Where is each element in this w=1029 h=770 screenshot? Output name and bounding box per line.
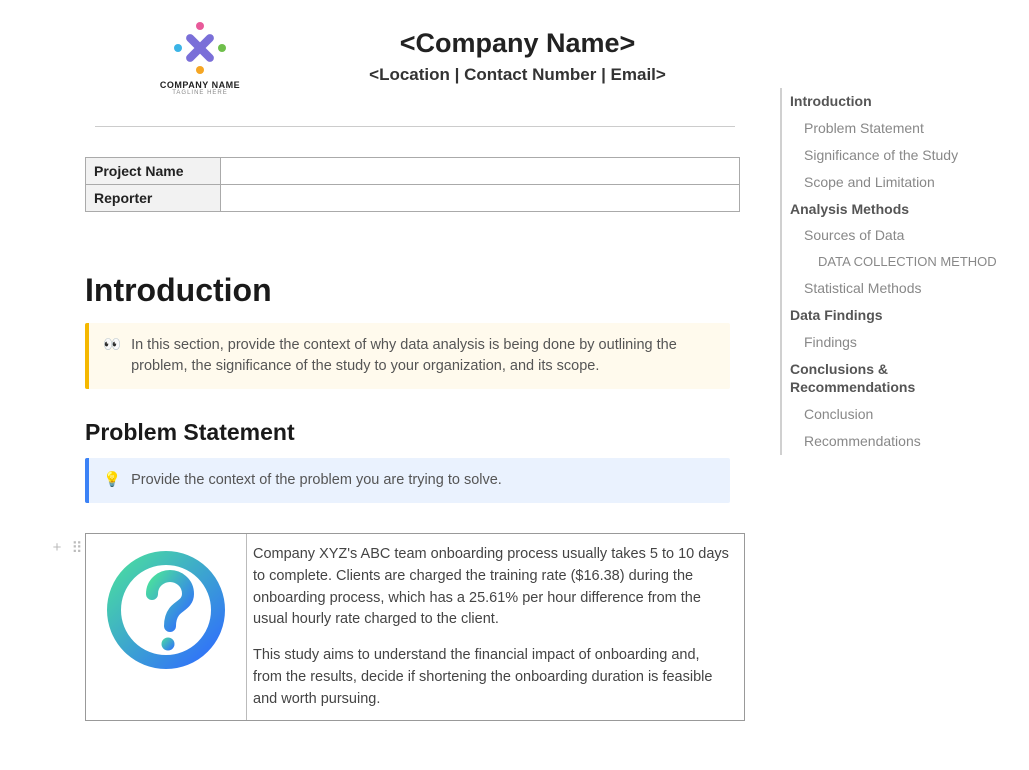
outline-item[interactable]: Scope and Limitation: [790, 169, 1010, 196]
eyes-icon: 👀: [103, 335, 121, 356]
problem-card: Company XYZ's ABC team onboarding proces…: [85, 533, 745, 721]
question-image: [86, 534, 246, 720]
logo-company-text: COMPANY NAME: [160, 80, 240, 90]
question-mark-icon: [106, 550, 226, 670]
problem-content-block: + ⠿ Company XYZ's ABC team: [85, 533, 740, 721]
block-gutter-controls: + ⠿: [49, 539, 85, 557]
problem-para-1: Company XYZ's ABC team onboarding proces…: [253, 544, 730, 631]
outline-item[interactable]: Recommendations: [790, 428, 1010, 455]
outline-item[interactable]: Introduction: [790, 88, 1010, 115]
table-row: Project Name: [86, 158, 740, 185]
outline-item[interactable]: Significance of the Study: [790, 142, 1010, 169]
company-name-heading: <Company Name>: [295, 28, 740, 59]
add-block-icon[interactable]: +: [49, 539, 65, 557]
logo-icon: [170, 20, 230, 76]
title-block: <Company Name> <Location | Contact Numbe…: [295, 28, 740, 85]
reporter-label: Reporter: [86, 185, 221, 212]
problem-callout-text: Provide the context of the problem you a…: [131, 470, 502, 491]
problem-statement-heading: Problem Statement: [85, 419, 740, 446]
problem-callout: 💡 Provide the context of the problem you…: [85, 458, 730, 503]
intro-callout-text: In this section, provide the context of …: [131, 335, 716, 377]
header-divider: [95, 126, 735, 127]
reporter-cell[interactable]: [221, 185, 740, 212]
company-logo: COMPANY NAME TAGLINE HERE: [145, 20, 255, 96]
outline-item[interactable]: Problem Statement: [790, 115, 1010, 142]
outline-item[interactable]: Findings: [790, 329, 1010, 356]
bulb-icon: 💡: [103, 470, 121, 491]
meta-table: Project Name Reporter: [85, 157, 740, 212]
outline-item[interactable]: Conclusions & Recommendations: [790, 356, 1010, 402]
outline-item[interactable]: Analysis Methods: [790, 196, 1010, 223]
logo-tagline-text: TAGLINE HERE: [172, 90, 228, 96]
outline-item[interactable]: DATA COLLECTION METHOD: [790, 249, 1010, 275]
document-outline: IntroductionProblem StatementSignificanc…: [780, 88, 1010, 455]
table-row: Reporter: [86, 185, 740, 212]
header: COMPANY NAME TAGLINE HERE <Company Name>…: [85, 20, 740, 96]
outline-list: IntroductionProblem StatementSignificanc…: [790, 88, 1010, 455]
outline-item[interactable]: Data Findings: [790, 302, 1010, 329]
company-subtitle: <Location | Contact Number | Email>: [295, 65, 740, 85]
intro-callout: 👀 In this section, provide the context o…: [85, 323, 730, 389]
document-main: COMPANY NAME TAGLINE HERE <Company Name>…: [0, 0, 760, 741]
introduction-heading: Introduction: [85, 272, 740, 309]
project-name-label: Project Name: [86, 158, 221, 185]
outline-item[interactable]: Statistical Methods: [790, 275, 1010, 302]
problem-card-text[interactable]: Company XYZ's ABC team onboarding proces…: [246, 534, 744, 720]
project-name-cell[interactable]: [221, 158, 740, 185]
outline-item[interactable]: Sources of Data: [790, 222, 1010, 249]
problem-para-2: This study aims to understand the financ…: [253, 645, 730, 710]
outline-item[interactable]: Conclusion: [790, 401, 1010, 428]
drag-handle-icon[interactable]: ⠿: [69, 539, 85, 557]
